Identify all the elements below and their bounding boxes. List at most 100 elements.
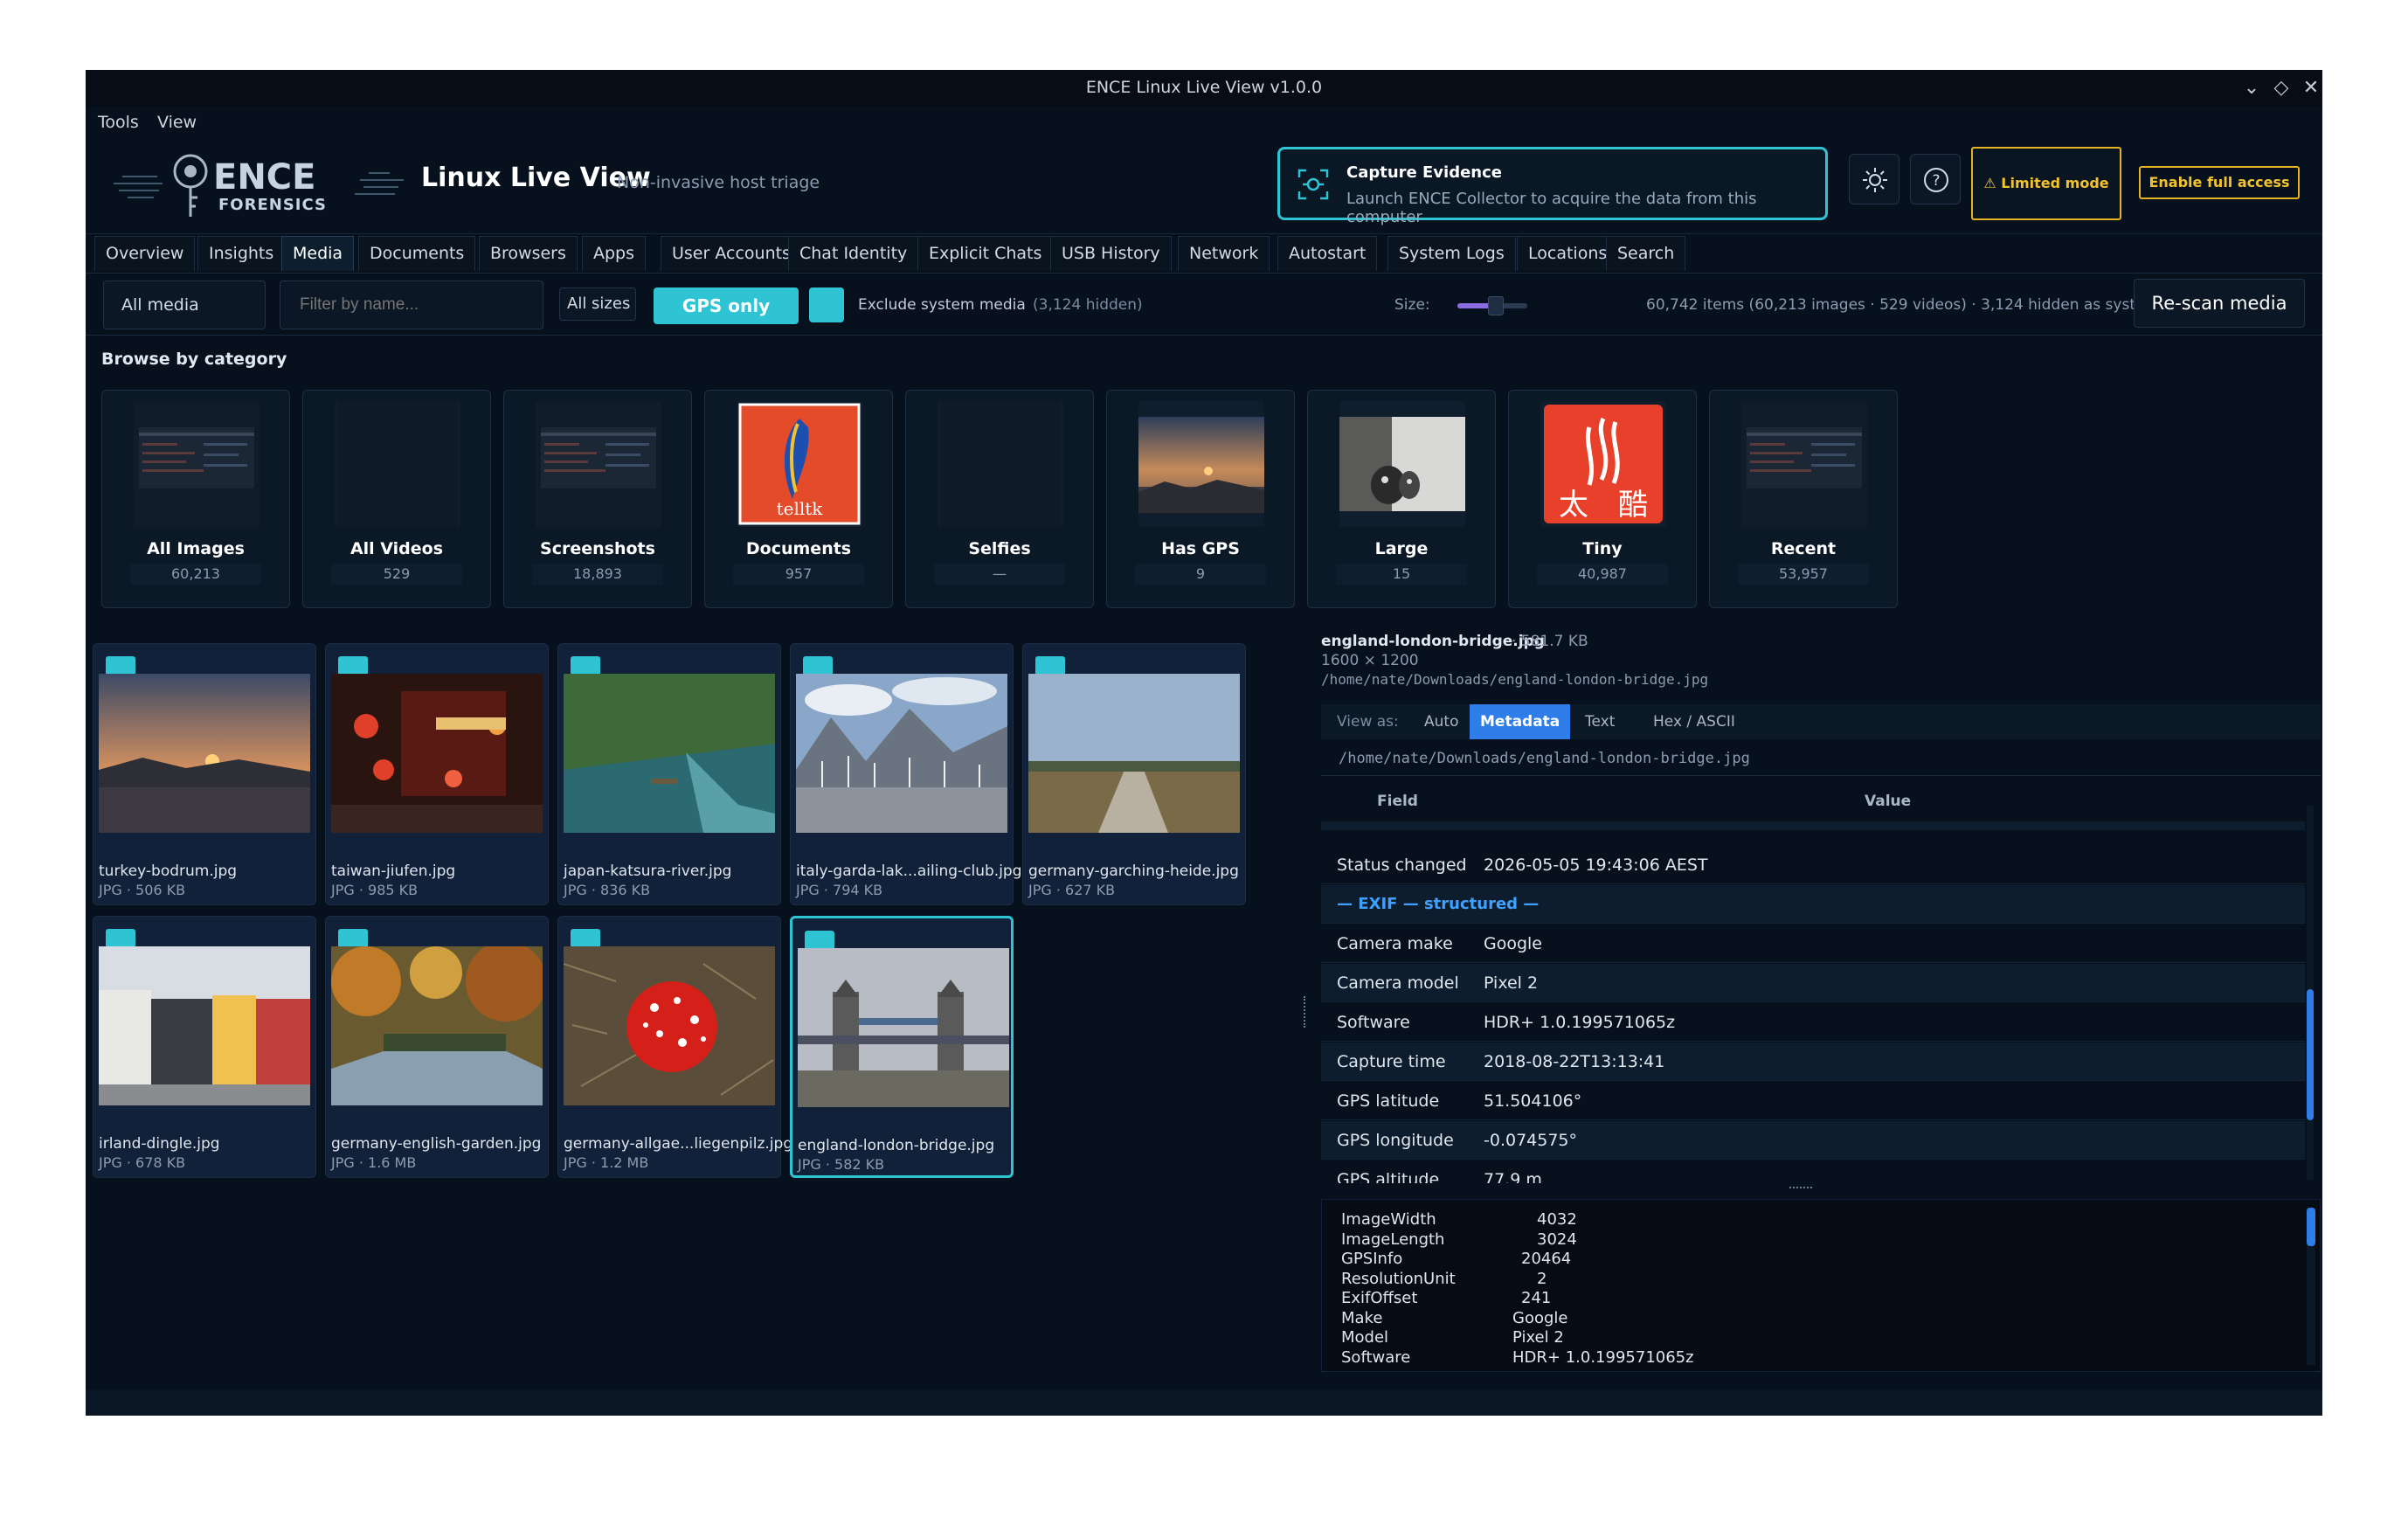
- detail-panel: england-london-bridge.jpg · 581.7 KB 160…: [1311, 631, 2321, 1382]
- menu-view[interactable]: View: [157, 113, 197, 132]
- field-value: 51.504106°: [1484, 1091, 1582, 1111]
- category-count: 40,987: [1537, 564, 1668, 585]
- exclude-system-checkbox[interactable]: [809, 287, 844, 322]
- rescan-media-button[interactable]: Re-scan media: [2134, 279, 2305, 328]
- browse-category-title: Browse by category: [101, 350, 287, 369]
- tab-network[interactable]: Network: [1178, 236, 1270, 271]
- view-mode-hex[interactable]: Hex / ASCII: [1643, 704, 1746, 739]
- capture-evidence-button[interactable]: Capture Evidence Launch ENCE Collector t…: [1277, 147, 1828, 226]
- close-icon[interactable]: ✕: [2300, 77, 2322, 99]
- tab-search[interactable]: Search: [1606, 236, 1686, 271]
- select-checkbox[interactable]: [803, 656, 833, 675]
- app-window: ENCE Linux Live View v1.0.0 ⌄ ◇ ✕ Tools …: [86, 70, 2322, 1416]
- media-card-taiwan-jiufen[interactable]: taiwan-jiufen.jpg JPG · 985 KB: [325, 643, 549, 905]
- size-filter-select[interactable]: All sizes: [559, 287, 636, 321]
- media-card-japan-katsura-river[interactable]: japan-katsura-river.jpg JPG · 836 KB: [557, 643, 781, 905]
- media-card-germany-english-garden[interactable]: germany-english-garden.jpg JPG · 1.6 MB: [325, 916, 549, 1178]
- category-all-images[interactable]: All Images 60,213: [101, 390, 290, 608]
- tab-overview[interactable]: Overview: [94, 236, 196, 271]
- media-card-germany-allgaeu-fliegenpilz[interactable]: germany-allgae...liegenpilz.jpg JPG · 1.2…: [557, 916, 792, 1178]
- raw-exif-panel: ImageWidth 4032 ImageLength 3024 GPSInfo 2046…: [1321, 1199, 2321, 1372]
- slider-handle[interactable]: [1488, 296, 1504, 315]
- raw-scroll-thumb[interactable]: [2307, 1208, 2315, 1246]
- tab-media[interactable]: Media: [281, 236, 355, 271]
- category-screenshots[interactable]: Screenshots 18,893: [503, 390, 692, 608]
- select-checkbox[interactable]: [805, 931, 834, 950]
- tab-user-accounts[interactable]: User Accounts: [661, 236, 802, 271]
- category-thumbnail: [536, 401, 661, 527]
- media-card-england-london-bridge[interactable]: england-london-bridge.jpg JPG · 582 KB: [790, 916, 1014, 1178]
- detail-dimensions: 1600 × 1200: [1321, 652, 1419, 669]
- metadata-row: Capture time 2018-08-22T13:13:41: [1321, 1043, 2305, 1081]
- raw-value: 2: [1537, 1269, 1547, 1288]
- media-thumbnail: [1028, 674, 1240, 833]
- category-selfies[interactable]: Selfies —: [905, 390, 1094, 608]
- select-checkbox[interactable]: [1035, 656, 1065, 675]
- name-filter-input[interactable]: [280, 281, 543, 329]
- panel-splitter-handle[interactable]: [1304, 996, 1307, 1028]
- capture-subtitle: Launch ENCE Collector to acquire the dat…: [1346, 190, 1757, 226]
- select-checkbox[interactable]: [106, 929, 135, 948]
- category-large[interactable]: Large 15: [1307, 390, 1496, 608]
- path-bar: /home/nate/Downloads/england-london-brid…: [1321, 741, 2321, 776]
- tab-usb-history[interactable]: USB History: [1050, 236, 1172, 271]
- tab-system-logs[interactable]: System Logs: [1387, 236, 1516, 271]
- tab-documents[interactable]: Documents: [358, 236, 476, 271]
- tab-insights[interactable]: Insights: [197, 236, 286, 271]
- theme-toggle-button[interactable]: [1849, 154, 1899, 204]
- category-thumbnail: [1741, 401, 1867, 527]
- help-button[interactable]: ?: [1910, 154, 1961, 204]
- category-name: Recent: [1770, 539, 1837, 558]
- tab-explicit-chats[interactable]: Explicit Chats: [917, 236, 1054, 271]
- minimize-icon[interactable]: ⌄: [2240, 77, 2263, 99]
- media-thumbnail: [99, 946, 310, 1105]
- media-thumbnail: [331, 674, 543, 833]
- media-meta: JPG · 506 KB: [99, 882, 186, 898]
- raw-value: 3024: [1537, 1230, 1577, 1249]
- media-card-irland-dingle[interactable]: irland-dingle.jpg JPG · 678 KB: [93, 916, 316, 1178]
- tab-apps[interactable]: Apps: [582, 236, 647, 271]
- category-all-videos[interactable]: All Videos 529: [302, 390, 491, 608]
- media-meta: JPG · 627 KB: [1028, 882, 1116, 898]
- media-type-select[interactable]: All media: [103, 281, 266, 329]
- media-meta: JPG · 1.6 MB: [331, 1154, 417, 1171]
- category-thumbnail: [938, 401, 1063, 527]
- raw-scrollbar[interactable]: [2307, 1208, 2315, 1365]
- metadata-table: Field Value Status changed 2026-05-05 19:…: [1321, 781, 2305, 1183]
- tab-autostart[interactable]: Autostart: [1277, 236, 1378, 271]
- media-card-turkey-bodrum[interactable]: turkey-bodrum.jpg JPG · 506 KB: [93, 643, 316, 905]
- media-card-italy-garda-lake[interactable]: italy-garda-lak...ailing-club.jpg JPG · 7…: [790, 643, 1022, 905]
- enable-full-access-button[interactable]: Enable full access: [2139, 166, 2300, 199]
- tab-locations[interactable]: Locations: [1517, 236, 1619, 271]
- metadata-scrollbar[interactable]: [2307, 806, 2314, 1180]
- category-tiny[interactable]: 太酷 Tiny 40,987: [1508, 390, 1697, 608]
- category-recent[interactable]: Recent 53,957: [1709, 390, 1898, 608]
- splitter-handle[interactable]: [1789, 1187, 1812, 1190]
- select-checkbox[interactable]: [338, 929, 368, 948]
- media-card-germany-garching-heide[interactable]: germany-garching-heide.jpg JPG · 627 KB: [1022, 643, 1246, 905]
- svg-text:telltk: telltk: [777, 498, 824, 519]
- select-checkbox[interactable]: [571, 929, 600, 948]
- view-mode-text[interactable]: Text: [1574, 704, 1625, 739]
- tab-browsers[interactable]: Browsers: [479, 236, 578, 271]
- view-mode-metadata[interactable]: Metadata: [1470, 704, 1571, 739]
- app-header: ENCE FORENSICS Linux Live View Non-invas…: [86, 138, 2322, 234]
- metadata-scroll-thumb[interactable]: [2307, 989, 2314, 1120]
- field-name: Capture time: [1337, 1052, 1446, 1071]
- thumbnail-size-slider[interactable]: [1457, 296, 1527, 315]
- select-checkbox[interactable]: [571, 656, 600, 675]
- category-documents[interactable]: telltk Documents 957: [704, 390, 893, 608]
- gps-only-toggle[interactable]: GPS only: [654, 287, 799, 324]
- tab-chat-identity[interactable]: Chat Identity: [788, 236, 919, 271]
- media-filename: taiwan-jiufen.jpg: [331, 862, 456, 880]
- media-thumbnail: [796, 674, 1007, 833]
- menu-tools[interactable]: Tools: [98, 113, 139, 132]
- select-checkbox[interactable]: [106, 656, 135, 675]
- maximize-icon[interactable]: ◇: [2270, 77, 2293, 99]
- category-count: 9: [1135, 564, 1266, 585]
- view-mode-auto[interactable]: Auto: [1414, 704, 1469, 739]
- category-has-gps[interactable]: Has GPS 9: [1106, 390, 1295, 608]
- metadata-row: Camera model Pixel 2: [1321, 964, 2305, 1002]
- category-count: 60,213: [130, 564, 261, 585]
- select-checkbox[interactable]: [338, 656, 368, 675]
